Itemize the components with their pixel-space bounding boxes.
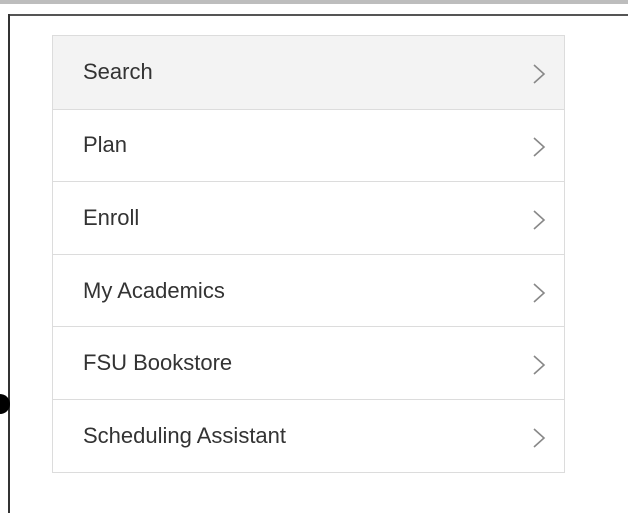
- window-frame-top: [8, 14, 628, 16]
- chevron-right-icon: [532, 427, 546, 449]
- chevron-right-icon: [532, 282, 546, 304]
- app-window: Search Plan Enroll My Academics FSU Book…: [0, 0, 628, 513]
- chevron-right-icon: [532, 136, 546, 158]
- chevron-right-icon: [532, 63, 546, 85]
- window-top-border: [0, 0, 628, 4]
- menu-item-label: My Academics: [83, 277, 225, 303]
- menu-item-label: Enroll: [83, 204, 140, 230]
- menu-item-plan[interactable]: Plan: [53, 108, 564, 182]
- menu-item-fsu-bookstore[interactable]: FSU Bookstore: [53, 326, 564, 399]
- menu-item-enroll[interactable]: Enroll: [53, 181, 564, 254]
- menu-item-my-academics[interactable]: My Academics: [53, 253, 564, 327]
- window-frame-left: [8, 14, 10, 513]
- menu-item-search[interactable]: Search: [53, 36, 564, 109]
- menu-item-scheduling-assistant[interactable]: Scheduling Assistant: [53, 398, 564, 472]
- menu-item-label: Plan: [83, 132, 128, 158]
- navigation-menu: Search Plan Enroll My Academics FSU Book…: [52, 35, 565, 473]
- menu-item-label: Scheduling Assistant: [83, 422, 287, 448]
- chevron-right-icon: [532, 209, 546, 231]
- chevron-right-icon: [532, 354, 546, 376]
- menu-item-label: Search: [83, 59, 153, 85]
- menu-item-label: FSU Bookstore: [83, 350, 233, 376]
